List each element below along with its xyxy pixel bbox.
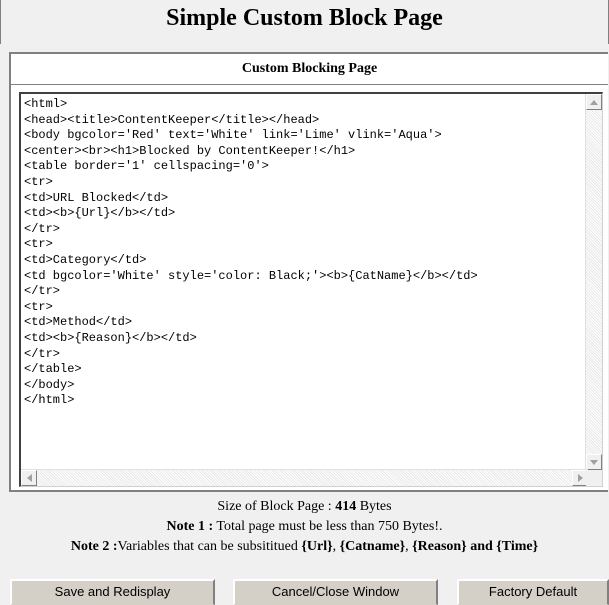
and-text: and xyxy=(466,539,497,554)
note1-label: Note 1 : xyxy=(166,519,214,534)
code-content[interactable]: <html> <head><title>ContentKeeper</title>… xyxy=(22,95,587,467)
code-line: <td><b>{Reason}</b></td> xyxy=(24,330,197,345)
var-catname: {Catname} xyxy=(339,539,406,554)
code-line: </html> xyxy=(24,393,75,408)
code-line: <td><b>{Url}</b></td> xyxy=(24,206,176,221)
note-1: Note 1 : Total page must be less than 75… xyxy=(0,517,609,537)
custom-blocking-panel: Custom Blocking Page <html> <head><title>… xyxy=(9,52,608,492)
code-line: <td bgcolor='White' style='color: Black;… xyxy=(24,268,478,283)
code-line: <td>Category</td> xyxy=(24,252,147,267)
panel-heading: Custom Blocking Page xyxy=(11,54,608,85)
size-value: 414 xyxy=(335,499,357,514)
code-line: <tr> xyxy=(24,237,53,252)
note2-text: Variables that can be subsititued xyxy=(117,539,302,554)
button-row: Save and Redisplay Cancel/Close Window F… xyxy=(0,579,609,605)
arrow-up-icon xyxy=(590,99,598,105)
arrow-left-icon xyxy=(26,474,32,482)
size-line: Size of Block Page : 414 Bytes xyxy=(0,497,609,517)
scroll-down-button[interactable] xyxy=(586,454,602,470)
size-label: Size of Block Page : xyxy=(217,499,336,514)
size-unit: Bytes xyxy=(356,499,392,514)
cancel-close-button[interactable]: Cancel/Close Window xyxy=(233,579,438,605)
code-line: <html> xyxy=(24,97,68,111)
factory-default-button[interactable]: Factory Default xyxy=(457,579,609,605)
code-line: <tr> xyxy=(24,299,53,314)
code-line: <table border='1' cellspacing='0'> xyxy=(24,159,269,174)
code-line: <td>URL Blocked</td> xyxy=(24,190,169,205)
code-line: </tr> xyxy=(24,346,61,361)
scroll-left-button[interactable] xyxy=(21,470,37,486)
code-line: <tr> xyxy=(24,174,53,189)
code-line: </table> xyxy=(24,362,82,377)
var-time: {Time} xyxy=(496,539,539,554)
sep-1: , xyxy=(332,539,340,554)
scroll-up-button[interactable] xyxy=(586,94,602,110)
horizontal-scrollbar[interactable] xyxy=(21,469,588,486)
vertical-scrollbar[interactable] xyxy=(585,94,602,470)
code-line: <center><br><h1>Blocked by ContentKeeper… xyxy=(24,143,356,158)
code-line: <head><title>ContentKeeper</title></head… xyxy=(24,112,320,127)
var-url: {Url} xyxy=(301,539,333,554)
code-line: <body bgcolor='Red' text='White' link='L… xyxy=(24,128,442,143)
code-line: <td>Method</td> xyxy=(24,315,133,330)
code-line: </tr> xyxy=(24,221,61,236)
page-title: Simple Custom Block Page xyxy=(0,0,609,44)
note-2: Note 2 :Variables that can be subsititue… xyxy=(0,537,609,557)
arrow-down-icon xyxy=(590,459,598,465)
save-redisplay-button[interactable]: Save and Redisplay xyxy=(10,579,215,605)
arrow-right-icon xyxy=(577,474,583,482)
note2-label: Note 2 : xyxy=(70,539,118,554)
code-line: </body> xyxy=(24,377,75,392)
note1-text: Total page must be less than 750 Bytes!. xyxy=(213,519,443,534)
code-line: </tr> xyxy=(24,284,61,299)
scrollbar-corner xyxy=(586,470,602,486)
var-reason: {Reason} xyxy=(412,539,467,554)
html-code-textarea[interactable]: <html> <head><title>ContentKeeper</title>… xyxy=(19,92,603,487)
page-info: Size of Block Page : 414 Bytes Note 1 : … xyxy=(0,497,609,557)
